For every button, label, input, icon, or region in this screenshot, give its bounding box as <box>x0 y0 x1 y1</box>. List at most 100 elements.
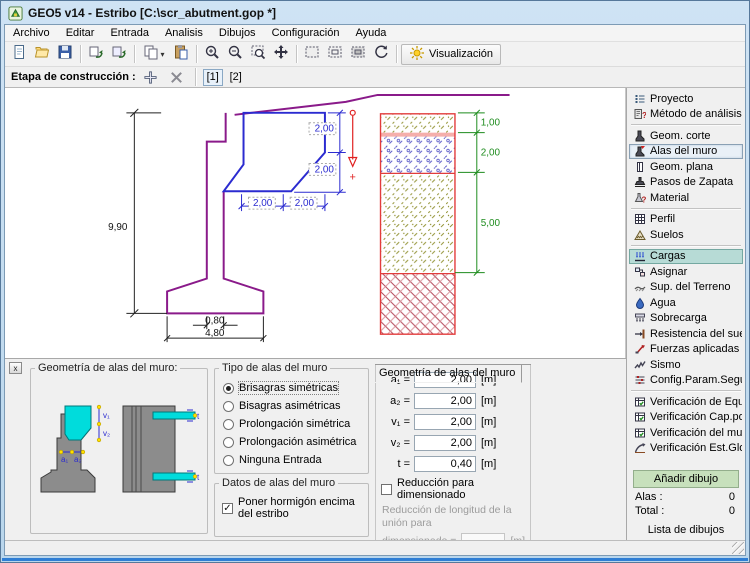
wing-type-option-ninguna-entrada[interactable]: Ninguna Entrada <box>223 454 364 466</box>
sidebar-item-agua[interactable]: Agua <box>629 295 743 311</box>
sidebar-item-proyecto[interactable]: Proyecto <box>629 91 743 107</box>
sidebar-item-pasos-de-zapata[interactable]: Pasos de Zapata <box>629 175 743 191</box>
soil-dims <box>455 110 485 276</box>
radio-icon[interactable] <box>223 455 234 466</box>
soil-dim3: 5,00 <box>481 218 501 229</box>
menu-entrada[interactable]: Entrada <box>102 26 157 40</box>
app-icon <box>8 6 23 21</box>
field-input-a2[interactable] <box>414 393 476 409</box>
add-stage-button[interactable] <box>140 67 162 88</box>
select-all-button[interactable] <box>301 44 323 65</box>
save-button[interactable] <box>54 44 76 65</box>
radio-icon[interactable] <box>223 437 234 448</box>
zoomout-icon <box>227 44 243 65</box>
reduction-checkbox[interactable] <box>381 484 392 495</box>
drawing-canvas[interactable]: 9,90 2,00 <box>5 88 626 358</box>
sidebar-separator <box>631 245 741 247</box>
menu-dibujos[interactable]: Dibujos <box>211 26 264 40</box>
drawing-list-button[interactable]: Lista de dibujos <box>629 522 743 538</box>
copy-button[interactable]: ▾ <box>139 44 169 65</box>
stage-button-1[interactable]: [1] <box>203 69 223 86</box>
profile-icon <box>634 213 646 225</box>
copy-view2-button[interactable] <box>108 44 130 65</box>
sidebar-item-verificaci-n-est-global[interactable]: Verificación Est.Global <box>629 441 743 457</box>
menu-analisis[interactable]: Analisis <box>157 26 211 40</box>
counter-alas: Alas :0 <box>629 490 743 504</box>
field-input-v1[interactable] <box>414 414 476 430</box>
radio-icon[interactable] <box>223 383 234 394</box>
sidebar-item-label: Material <box>650 192 689 204</box>
radio-icon[interactable] <box>223 419 234 430</box>
sidebar-item-suelos[interactable]: Suelos <box>629 227 743 243</box>
field-label-v2: v₂ = <box>380 437 410 449</box>
radio-label: Ninguna Entrada <box>239 454 322 466</box>
add-drawing-button[interactable]: Añadir dibujo <box>633 470 739 488</box>
sidebar-item-alas-del-muro[interactable]: Alas del muro <box>629 144 743 160</box>
sidebar-item-asignar[interactable]: Asignar <box>629 264 743 280</box>
surcharge-icon <box>634 312 646 324</box>
field-input-t[interactable] <box>414 456 476 472</box>
sidebar-item-m-todo-de-an-lisis[interactable]: ?Método de análisis <box>629 107 743 123</box>
close-panel-button[interactable]: x <box>9 362 22 374</box>
undo-view-button[interactable] <box>370 44 392 65</box>
selrect2-icon <box>327 44 343 65</box>
open-button[interactable] <box>31 44 53 65</box>
wing-type-group: Tipo de alas del muro Brisagras simétric… <box>214 362 369 474</box>
stage-button-2[interactable]: [2] <box>226 69 246 86</box>
select-window-button[interactable] <box>324 44 346 65</box>
sidebar-item-cargas[interactable]: Cargas <box>629 249 743 265</box>
pan-button[interactable] <box>270 44 292 65</box>
soil-icon <box>634 229 646 241</box>
sidebar-item-verificaci-n-del-muro[interactable]: Verificación del muro <box>629 425 743 441</box>
menu-editar[interactable]: Editar <box>58 26 103 40</box>
copy-view-button[interactable] <box>85 44 107 65</box>
radio-icon[interactable] <box>223 401 234 412</box>
zoom-window-button[interactable] <box>247 44 269 65</box>
sidebar-item-sismo[interactable]: Sismo <box>629 357 743 373</box>
sidebar-item-config-param-seguridad[interactable]: Config.Param.Seguridad <box>629 373 743 389</box>
wing-type-option-prolongaci-n-asim-trica[interactable]: Prolongación asimétrica <box>223 436 364 448</box>
wing-geometry-values: Geometría de alas del muro a₁ =[m]a₂ =[m… <box>375 365 531 537</box>
zoom-in-button[interactable] <box>201 44 223 65</box>
sidebar-item-fuerzas-aplicadas[interactable]: Fuerzas aplicadas <box>629 342 743 358</box>
field-label-v1: v₁ = <box>380 416 410 428</box>
sidebar-item-label: Geom. plana <box>650 161 713 173</box>
dropdown-arrow-icon[interactable]: ▾ <box>160 50 164 59</box>
sidebar-item-geom-plana[interactable]: Geom. plana <box>629 159 743 175</box>
resize-grip[interactable] <box>732 542 744 554</box>
remove-stage-button[interactable] <box>166 67 188 88</box>
paste-button[interactable] <box>170 44 192 65</box>
concrete-checkbox-label: Poner hormigón encima del estribo <box>238 496 364 520</box>
sidebar-item-material[interactable]: ?Material <box>629 190 743 206</box>
sidebar-item-verificaci-n-de-equilibrio[interactable]: Verificación de Equilibrio <box>629 394 743 410</box>
sidebar-item-verificaci-n-cap-portante[interactable]: Verificación Cap.portante <box>629 410 743 426</box>
diagram-t1-label: t <box>197 412 200 421</box>
wing-type-option-prolongaci-n-sim-trica[interactable]: Prolongación simétrica <box>223 418 364 430</box>
tab-wing-geometry[interactable]: Geometría de alas del muro <box>375 365 522 383</box>
diagram-v2-label: v₂ <box>103 429 110 438</box>
toolbar-separator <box>396 45 397 63</box>
menu-archivo[interactable]: Archivo <box>5 26 58 40</box>
sidebar-item-perfil[interactable]: Perfil <box>629 212 743 228</box>
zoom-out-button[interactable] <box>224 44 246 65</box>
wing-icon <box>634 145 646 157</box>
new-button[interactable] <box>8 44 30 65</box>
sidebar-item-sobrecarga[interactable]: Sobrecarga <box>629 311 743 327</box>
wing-type-option-bisagras-asim-tricas[interactable]: Bisagras asimétricas <box>223 400 364 412</box>
quake-icon <box>634 359 646 371</box>
concrete-checkbox-row[interactable]: ✓ Poner hormigón encima del estribo <box>222 496 364 520</box>
dim-a2-label: 2,00 <box>295 198 315 209</box>
wing-type-option-brisagras-sim-tricas[interactable]: Brisagras simétricas <box>223 382 364 394</box>
menu-configuraci-n[interactable]: Configuración <box>264 26 348 40</box>
sidebar-item-resistencia-del-suelo[interactable]: Resistencia del suelo <box>629 326 743 342</box>
sidebar-item-sup-del-terreno[interactable]: Sup. del Terreno <box>629 280 743 296</box>
field-input-v2[interactable] <box>414 435 476 451</box>
visualization-button[interactable]: Visualización <box>401 44 501 65</box>
reduction-checkbox-row[interactable]: Reducción para dimensionado <box>381 477 526 501</box>
concrete-checkbox[interactable]: ✓ <box>222 503 233 514</box>
select-poly-button[interactable] <box>347 44 369 65</box>
menu-ayuda[interactable]: Ayuda <box>347 26 394 40</box>
visualization-label: Visualización <box>429 48 493 60</box>
radio-label: Bisagras asimétricas <box>239 400 340 412</box>
sidebar-item-geom-corte[interactable]: Geom. corte <box>629 128 743 144</box>
